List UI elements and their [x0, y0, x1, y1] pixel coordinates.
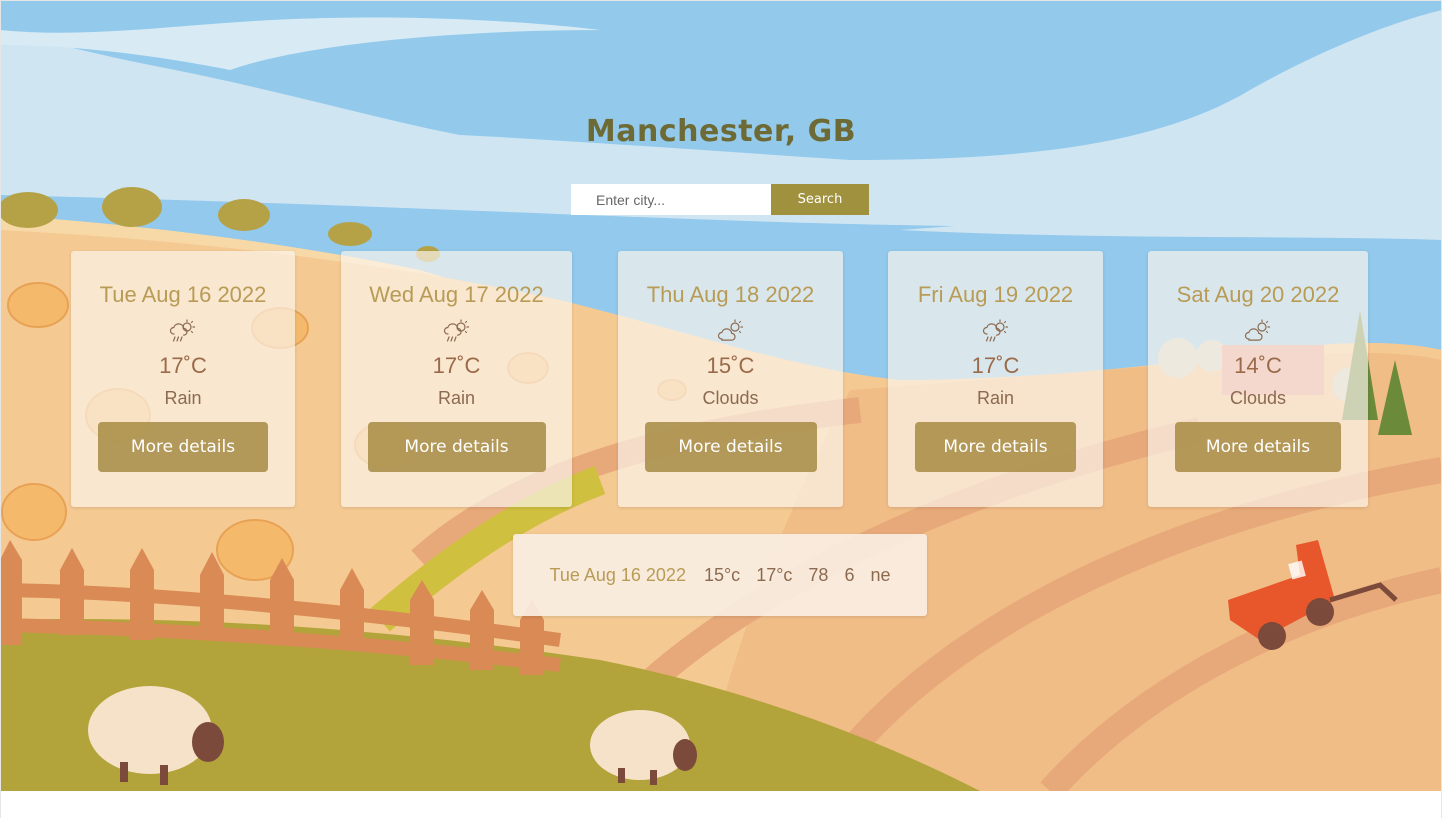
cloud-sun-icon [717, 319, 743, 341]
forecast-temperature: 15˚C [706, 353, 755, 378]
city-title: Manchester, GB [585, 114, 857, 149]
details-wind-speed: 6 [844, 564, 855, 585]
forecast-card-0: Tue Aug 16 2022 17˚C Rain More details [71, 251, 295, 507]
more-details-button[interactable]: More details [98, 422, 268, 472]
rain-cloud-sun-icon [169, 319, 196, 342]
details-humidity: 78 [808, 564, 829, 585]
details-panel: Tue Aug 16 2022 15°c 17°c 78 6 ne [513, 534, 927, 616]
forecast-date: Sat Aug 20 2022 [1176, 282, 1340, 307]
search-bar: Search [571, 184, 869, 215]
more-details-button[interactable]: More details [1175, 422, 1341, 472]
forecast-date: Thu Aug 18 2022 [646, 282, 815, 307]
forecast-card-2: Thu Aug 18 2022 15˚C Clouds More details [618, 251, 843, 507]
forecast-date: Tue Aug 16 2022 [99, 282, 267, 307]
forecast-date: Wed Aug 17 2022 [369, 282, 544, 307]
cloud-sun-icon [1244, 319, 1271, 341]
forecast-condition: Rain [164, 388, 202, 408]
more-details-button[interactable]: More details [644, 422, 817, 472]
details-wind-direction: ne [870, 564, 891, 585]
more-details-button[interactable]: More details [367, 422, 546, 472]
city-search-input[interactable] [571, 184, 771, 215]
forecast-condition: Rain [437, 388, 476, 408]
details-date: Tue Aug 16 2022 [549, 564, 686, 585]
forecast-card-1: Wed Aug 17 2022 17˚C Rain More details [341, 251, 572, 507]
rain-cloud-sun-icon [443, 319, 469, 342]
details-min-temp: 15°c [703, 564, 741, 585]
forecast-temperature: 14˚C [1234, 353, 1282, 378]
forecast-condition: Rain [976, 388, 1015, 408]
forecast-temperature: 17˚C [432, 353, 481, 378]
forecast-temperature: 17˚C [971, 353, 1020, 378]
forecast-condition: Clouds [702, 388, 759, 408]
forecast-condition: Clouds [1229, 388, 1287, 408]
forecast-date: Fri Aug 19 2022 [917, 282, 1074, 307]
details-max-temp: 17°c [756, 564, 793, 585]
forecast-temperature: 17˚C [159, 353, 207, 378]
search-button[interactable]: Search [771, 184, 869, 215]
forecast-card-4: Sat Aug 20 2022 14˚C Clouds More details [1148, 251, 1368, 507]
more-details-button[interactable]: More details [915, 422, 1076, 472]
rain-cloud-sun-icon [982, 319, 1008, 342]
forecast-card-3: Fri Aug 19 2022 17˚C Rain More details [888, 251, 1103, 507]
